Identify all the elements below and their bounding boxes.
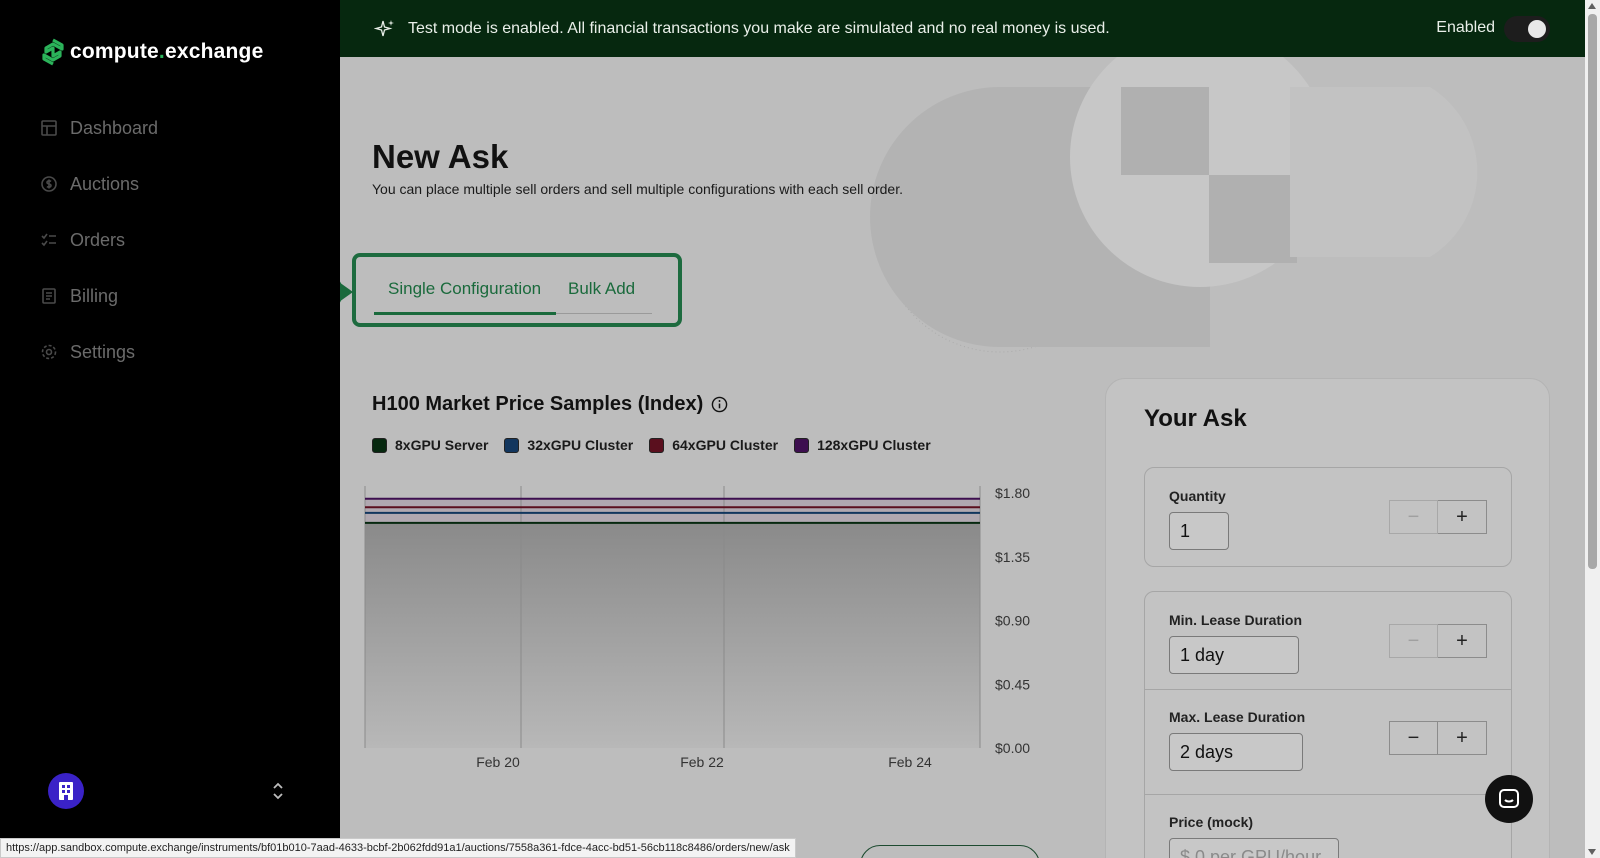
sidebar-item-dashboard[interactable]: Dashboard <box>40 100 158 156</box>
info-icon[interactable] <box>711 396 728 413</box>
sparkle-icon <box>374 19 394 36</box>
tab-single-configuration[interactable]: Single Configuration <box>388 279 541 299</box>
chart-band-fill <box>365 498 980 523</box>
list-check-icon <box>40 231 58 249</box>
y-tick-label: $0.00 <box>995 740 1030 756</box>
chart-legend: 8xGPU Server 32xGPU Cluster 64xGPU Clust… <box>372 437 931 453</box>
tab-bulk-add[interactable]: Bulk Add <box>568 279 635 299</box>
min-lease-label: Min. Lease Duration <box>1169 612 1303 628</box>
sidebar-item-billing[interactable]: Billing <box>40 268 158 324</box>
min-lease-input[interactable]: 1 day <box>1169 636 1299 674</box>
building-icon <box>59 782 73 800</box>
x-tick-label: Feb 22 <box>680 754 724 770</box>
sidebar-nav: Dashboard Auctions Orders Billing Settin… <box>40 100 158 380</box>
page-title: New Ask <box>372 138 509 175</box>
quantity-card: Quantity 1 − + <box>1144 467 1512 567</box>
chat-icon <box>1499 789 1519 808</box>
min-lease-stepper: − + <box>1389 624 1487 658</box>
legend-swatch <box>504 437 520 453</box>
increment-button[interactable]: + <box>1438 721 1487 755</box>
quantity-stepper: − + <box>1389 500 1487 534</box>
max-lease-label: Max. Lease Duration <box>1169 709 1306 725</box>
price-chart: $1.80 $1.35 $0.90 $0.45 $0.00 Feb 20 Feb 22 Feb… <box>364 485 1030 770</box>
sidebar-item-label: Dashboard <box>70 117 159 138</box>
ask-title: Your Ask <box>1144 405 1247 432</box>
y-tick-label: $0.45 <box>995 676 1030 692</box>
y-tick-label: $1.80 <box>995 485 1030 501</box>
y-tick-label: $0.90 <box>995 613 1030 629</box>
sidebar-item-label: Auctions <box>70 173 140 194</box>
legend-swatch <box>649 437 665 453</box>
banner-message: Test mode is enabled. All financial tran… <box>408 19 1110 37</box>
decrement-button[interactable]: − <box>1389 624 1438 658</box>
legend-item[interactable]: 64xGPU Cluster <box>649 437 778 453</box>
sidebar-item-auctions[interactable]: Auctions <box>40 156 158 212</box>
your-ask-panel: Your Ask Quantity 1 − + Min. Lease Durat… <box>1105 378 1550 858</box>
logo[interactable]: compute.exchange <box>40 38 263 66</box>
receipt-icon <box>40 287 58 305</box>
chat-launcher-button[interactable] <box>1485 775 1533 823</box>
test-mode-banner: Test mode is enabled. All financial tran… <box>340 0 1585 57</box>
status-bar-url: https://app.sandbox.compute.exchange/ins… <box>0 838 796 858</box>
price-input[interactable]: $ 0 per GPU/hour <box>1169 838 1339 858</box>
divider <box>1145 689 1511 690</box>
chevron-up-down-icon[interactable] <box>270 780 286 802</box>
scroll-down-arrow[interactable] <box>1588 849 1596 855</box>
increment-button[interactable]: + <box>1438 500 1487 534</box>
legend-item[interactable]: 8xGPU Server <box>372 437 488 453</box>
decrement-button[interactable]: − <box>1389 500 1438 534</box>
y-tick-label: $1.35 <box>995 549 1030 565</box>
app-name: compute.exchange <box>70 40 264 63</box>
quantity-input[interactable]: 1 <box>1169 512 1229 550</box>
sidebar: compute.exchange Dashboard Auctions Orde… <box>0 0 340 858</box>
x-tick-label: Feb 20 <box>476 754 520 770</box>
chart-title: H100 Market Price Samples (Index) <box>372 393 728 416</box>
sidebar-item-orders[interactable]: Orders <box>40 212 158 268</box>
sidebar-item-settings[interactable]: Settings <box>40 324 158 380</box>
legend-item[interactable]: 128xGPU Cluster <box>794 437 931 453</box>
page-scrollbar[interactable] <box>1585 0 1600 858</box>
logo-mark-icon <box>42 38 64 66</box>
legend-swatch <box>794 437 810 453</box>
gear-icon <box>40 343 58 361</box>
duration-card: Min. Lease Duration 1 day − + Max. Lease… <box>1144 591 1512 858</box>
chart-area-fill <box>365 522 980 748</box>
decrement-button[interactable]: − <box>1389 721 1438 755</box>
tab-active-indicator <box>374 312 556 315</box>
scroll-thumb[interactable] <box>1588 14 1597 569</box>
submit-button-partial[interactable] <box>860 845 1040 858</box>
app-root: compute.exchange Dashboard Auctions Orde… <box>0 0 1600 858</box>
step-badge: 3 <box>340 272 353 312</box>
sidebar-item-label: Billing <box>70 285 119 306</box>
quantity-label: Quantity <box>1169 488 1226 504</box>
max-lease-input[interactable]: 2 days <box>1169 733 1303 771</box>
page-subtitle: You can place multiple sell orders and s… <box>372 181 903 197</box>
org-avatar[interactable] <box>48 773 84 809</box>
price-label: Price (mock) <box>1169 814 1254 830</box>
dollar-icon <box>40 175 58 193</box>
step-pointer <box>340 282 353 302</box>
configuration-tabs: 3 Single Configuration Bulk Add <box>340 253 682 327</box>
sidebar-item-label: Orders <box>70 229 126 250</box>
test-mode-toggle[interactable] <box>1504 16 1550 42</box>
x-tick-label: Feb 24 <box>888 754 932 770</box>
legend-swatch <box>372 437 387 453</box>
decorative-background-graphic <box>870 57 1478 353</box>
sidebar-item-label: Settings <box>70 341 136 362</box>
scroll-up-arrow[interactable] <box>1588 3 1596 9</box>
max-lease-stepper: − + <box>1389 721 1487 755</box>
toggle-label: Enabled <box>1436 19 1495 36</box>
divider <box>1145 794 1511 795</box>
grid-icon <box>40 119 58 137</box>
increment-button[interactable]: + <box>1438 624 1487 658</box>
main-content: Test mode is enabled. All financial tran… <box>340 0 1585 858</box>
legend-item[interactable]: 32xGPU Cluster <box>504 437 633 453</box>
